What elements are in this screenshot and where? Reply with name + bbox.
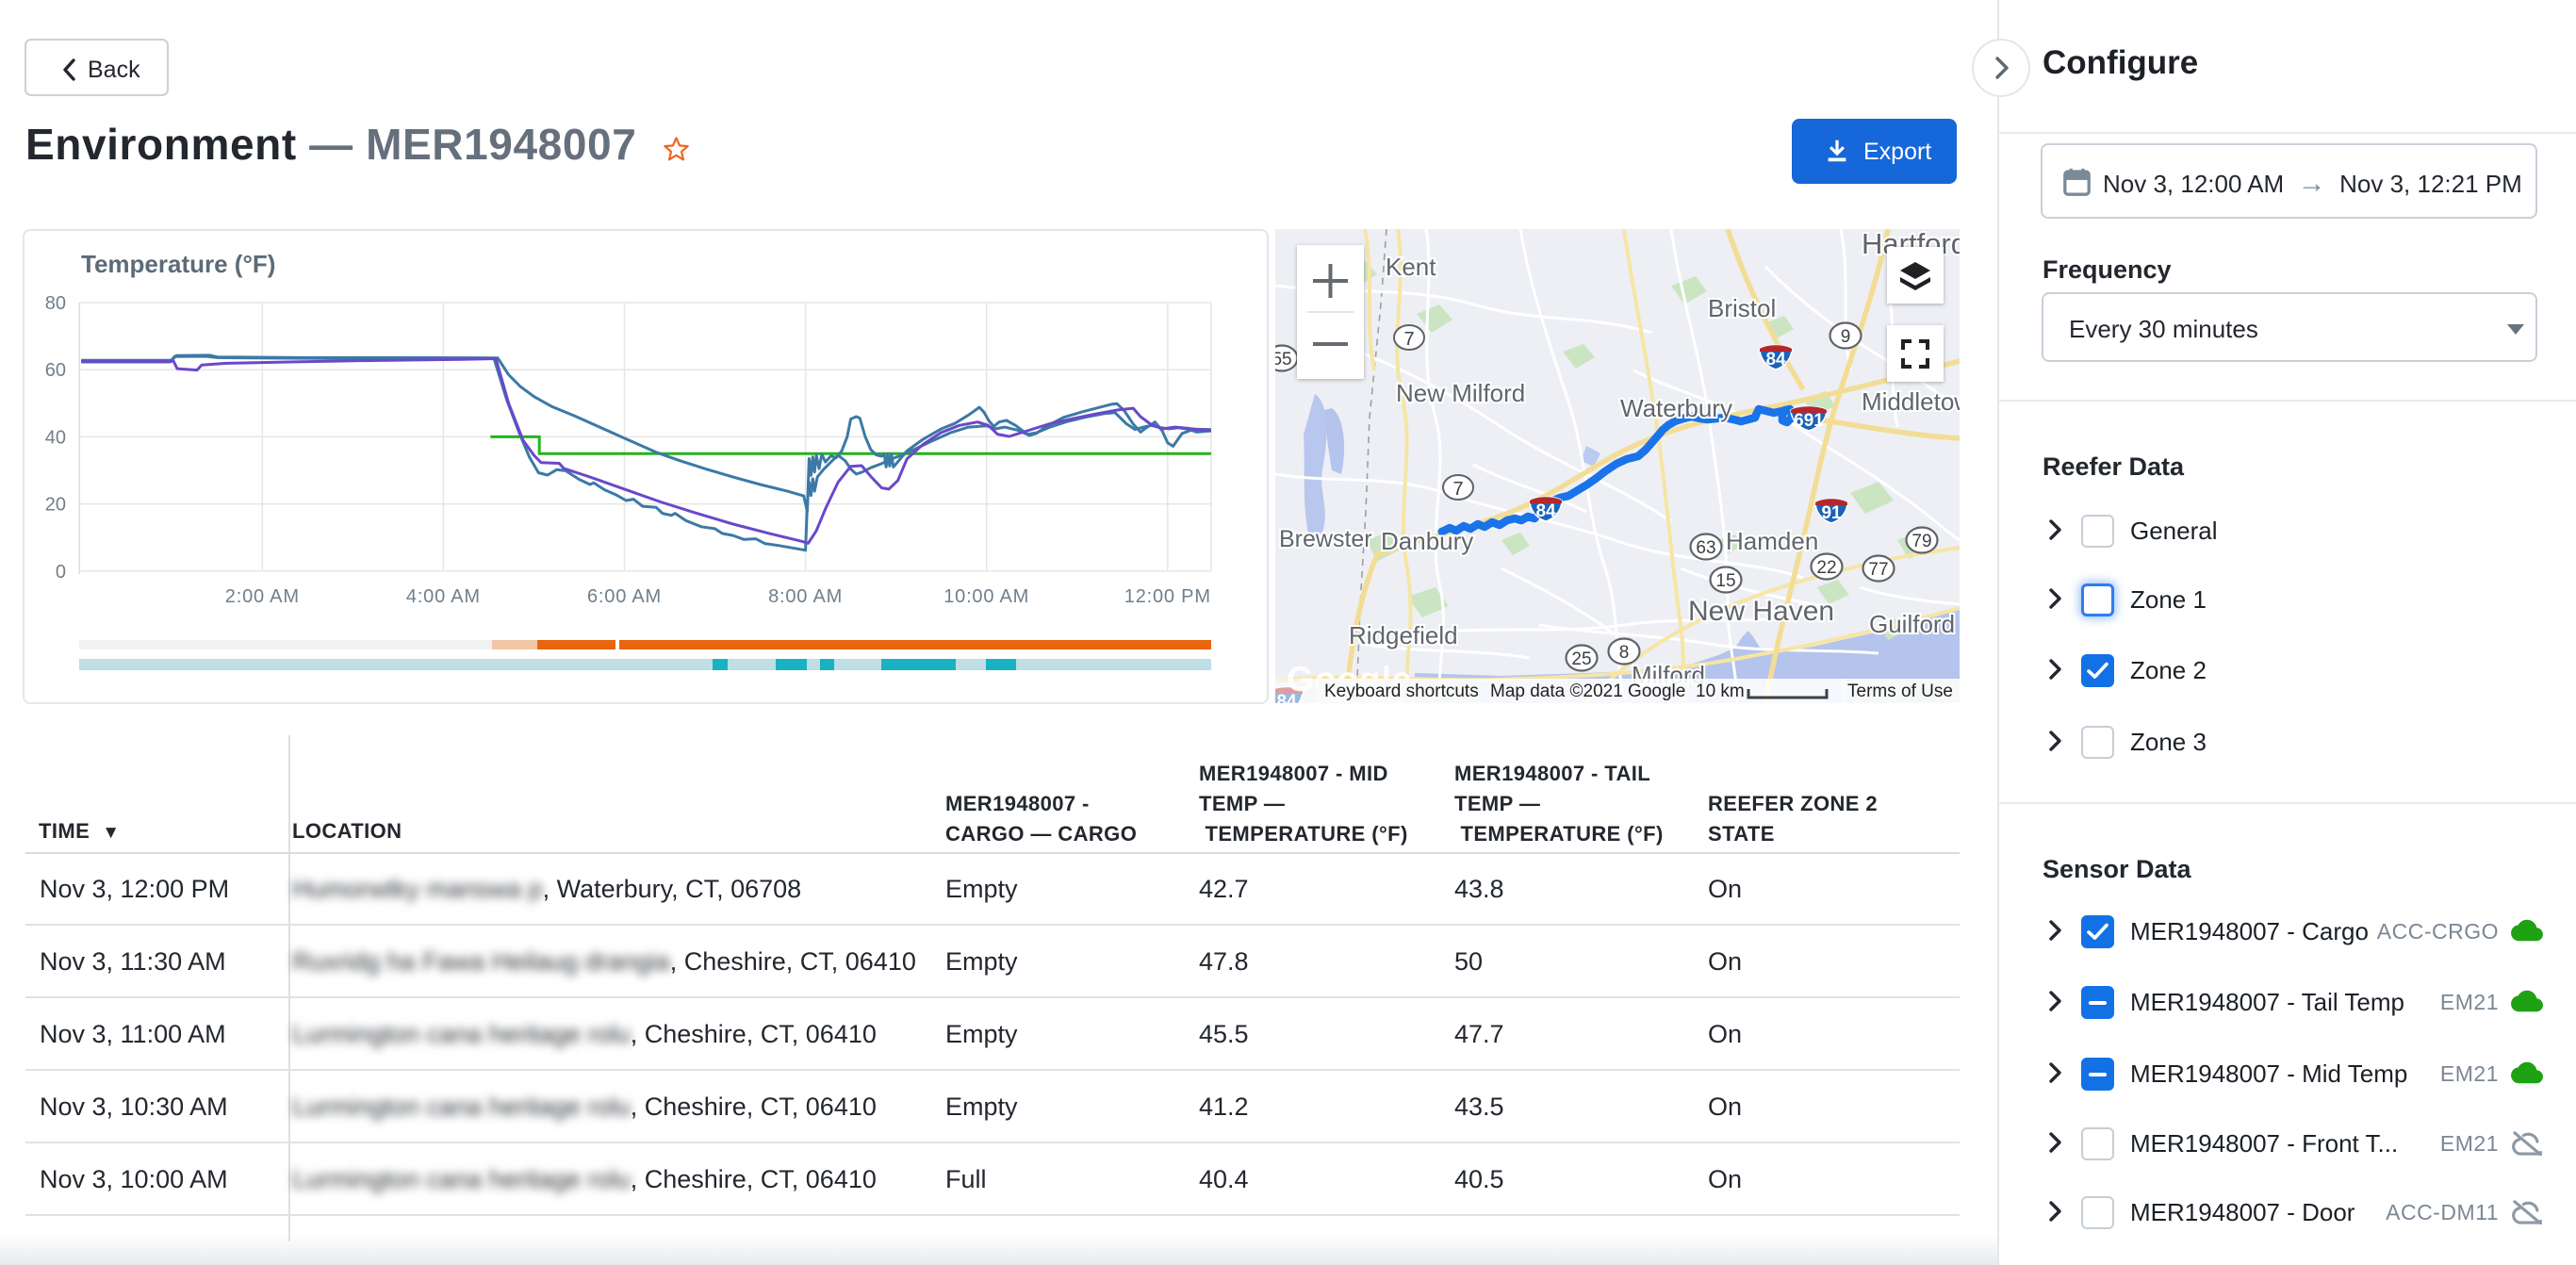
- svg-text:91: 91: [1821, 503, 1842, 523]
- svg-text:9: 9: [1841, 327, 1851, 347]
- svg-text:2:00 AM: 2:00 AM: [225, 586, 300, 607]
- svg-text:Danbury: Danbury: [1381, 527, 1473, 555]
- svg-text:55: 55: [1275, 350, 1292, 370]
- svg-text:6:00 AM: 6:00 AM: [587, 586, 662, 607]
- svg-text:Keyboard shortcuts: Keyboard shortcuts: [1324, 682, 1479, 701]
- svg-text:Temperature (°F): Temperature (°F): [81, 250, 275, 278]
- svg-text:8: 8: [1619, 643, 1630, 663]
- svg-text:Hamden: Hamden: [1726, 527, 1818, 555]
- svg-text:10:00 AM: 10:00 AM: [943, 586, 1029, 607]
- svg-text:22: 22: [1816, 558, 1836, 578]
- svg-text:New Milford: New Milford: [1396, 379, 1525, 407]
- svg-text:Middletow: Middletow: [1862, 387, 1960, 416]
- svg-text:84: 84: [1765, 350, 1786, 370]
- svg-text:Waterbury: Waterbury: [1620, 394, 1732, 422]
- svg-text:New Haven: New Haven: [1688, 596, 1834, 627]
- svg-text:Terms of Use: Terms of Use: [1847, 682, 1953, 701]
- svg-text:40: 40: [45, 427, 66, 448]
- svg-text:7: 7: [1452, 479, 1463, 500]
- svg-text:10 km: 10 km: [1696, 682, 1745, 701]
- svg-text:Map data ©2021 Google: Map data ©2021 Google: [1490, 682, 1685, 701]
- svg-text:84: 84: [1535, 501, 1556, 521]
- svg-text:Ridgefield: Ridgefield: [1349, 621, 1458, 649]
- svg-text:Bristol: Bristol: [1708, 294, 1776, 322]
- svg-text:Guilford: Guilford: [1869, 610, 1955, 638]
- svg-text:20: 20: [45, 495, 66, 516]
- svg-text:Brewster: Brewster: [1279, 526, 1372, 552]
- svg-text:7: 7: [1403, 329, 1414, 350]
- svg-text:80: 80: [45, 293, 66, 314]
- svg-text:691: 691: [1794, 411, 1824, 431]
- svg-text:8:00 AM: 8:00 AM: [768, 586, 843, 607]
- svg-text:12:00 PM: 12:00 PM: [1124, 586, 1211, 607]
- svg-text:77: 77: [1868, 560, 1888, 580]
- svg-text:0: 0: [56, 562, 66, 583]
- svg-text:60: 60: [45, 360, 66, 381]
- svg-text:63: 63: [1696, 538, 1715, 558]
- svg-text:79: 79: [1911, 532, 1931, 551]
- svg-text:25: 25: [1571, 649, 1591, 669]
- svg-text:15: 15: [1715, 571, 1735, 591]
- svg-text:Kent: Kent: [1386, 253, 1436, 281]
- svg-text:4:00 AM: 4:00 AM: [406, 586, 481, 607]
